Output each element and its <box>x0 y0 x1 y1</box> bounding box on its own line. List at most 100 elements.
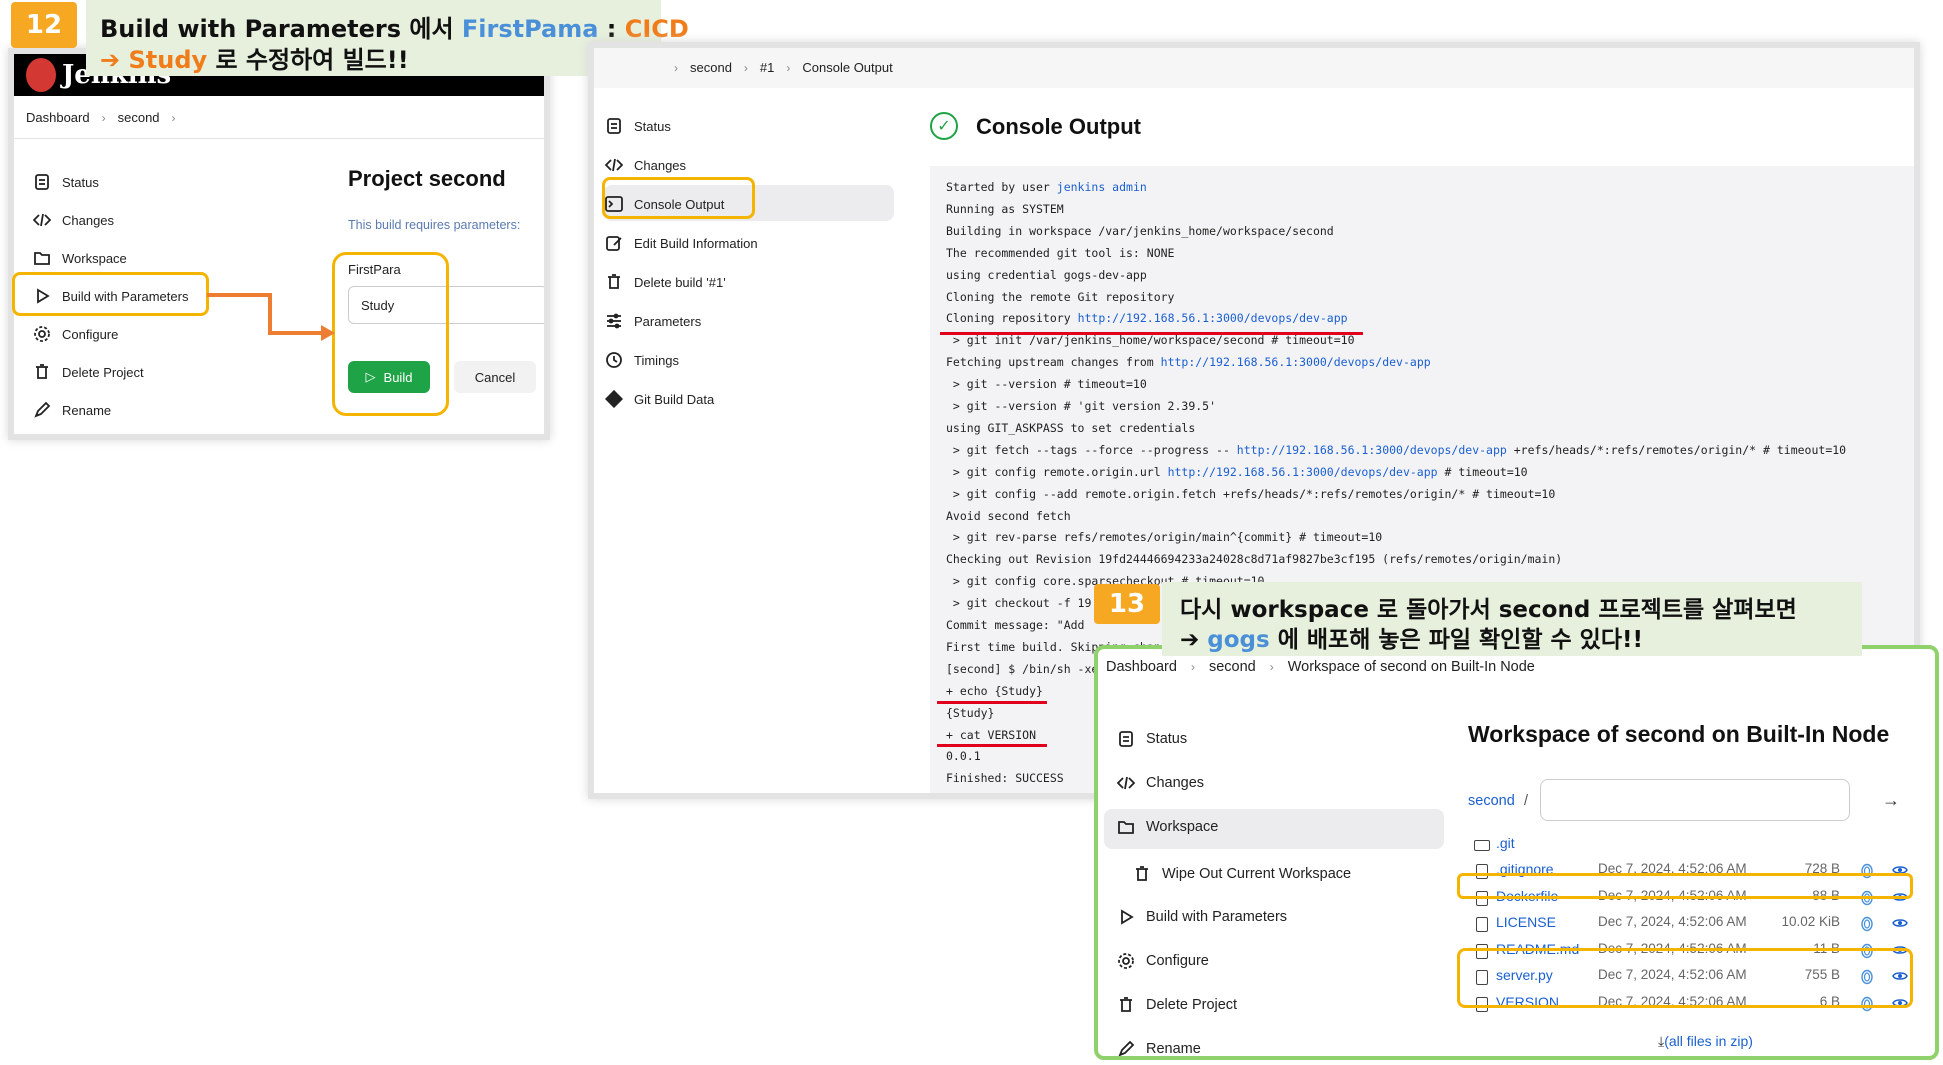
callout-text: 로 수정하여 빌드!! <box>207 46 409 74</box>
path-link-second[interactable]: second <box>1468 793 1515 809</box>
callout-highlight-value: CICD <box>624 15 689 43</box>
sidebar-item-changes[interactable]: Changes <box>32 210 114 230</box>
console-link[interactable]: http://192.168.56.1:3000/devops/dev-app <box>1078 311 1348 325</box>
path-input[interactable] <box>1540 779 1850 821</box>
sidebar-item-rename[interactable]: Rename <box>1116 1039 1201 1057</box>
callout-highlight-param: FirstPama <box>461 15 599 43</box>
clock-icon <box>604 350 624 370</box>
sidebar-item-edit-build-information[interactable]: Edit Build Information <box>604 233 758 253</box>
console-text: The recommended git tool is: NONE <box>946 245 1175 260</box>
console-link[interactable]: http://192.168.56.1:3000/devops/dev-app <box>1237 443 1507 457</box>
breadcrumb-chevron-icon: › <box>171 110 176 125</box>
console-link[interactable]: jenkins admin <box>1057 180 1147 194</box>
file-row[interactable]: LICENSE Dec 7, 2024, 4:52:06 AM 10.02 KiB <box>1468 914 1935 936</box>
sidebar-item-status[interactable]: Status <box>32 172 99 192</box>
breadcrumb-second[interactable]: second <box>118 110 160 125</box>
breadcrumb-second[interactable]: second <box>690 60 732 75</box>
breadcrumb-chevron-icon: › <box>1190 660 1195 674</box>
breadcrumb-second[interactable]: second <box>1209 659 1256 675</box>
play-icon <box>1116 907 1136 927</box>
breadcrumb-workspace[interactable]: Workspace of second on Built-In Node <box>1288 659 1535 675</box>
breadcrumb: Dashboard › second › <box>26 110 176 125</box>
breadcrumb-build-1[interactable]: #1 <box>760 60 774 75</box>
console-text: Commit message: "Add <box>946 618 1092 632</box>
sidebar-item-delete-build[interactable]: Delete build '#1' <box>604 272 726 292</box>
page-title: Project second <box>348 166 506 191</box>
sidebar-item-label: Delete build '#1' <box>634 274 726 290</box>
sidebar-item-label: Edit Build Information <box>634 235 758 251</box>
console-text: > git config remote.origin.url <box>946 464 1168 479</box>
code-icon <box>32 210 52 230</box>
success-check-icon: ✓ <box>930 112 958 140</box>
sidebar-item-status[interactable]: Status <box>604 116 671 136</box>
sidebar-item-label: Delete Project <box>62 364 144 380</box>
fingerprint-icon[interactable] <box>1860 916 1874 932</box>
sidebar-item-workspace[interactable]: Workspace <box>1116 817 1218 837</box>
console-text: Cloning repository <box>946 311 1078 326</box>
console-link[interactable]: http://192.168.56.1:3000/devops/dev-app <box>1168 465 1438 479</box>
breadcrumb-dashboard[interactable]: Dashboard <box>26 110 90 125</box>
sidebar-item-label: Rename <box>1146 1041 1201 1057</box>
callout-line2: ➔ Study 로 수정하여 빌드!! <box>100 40 409 75</box>
sidebar-item-timings[interactable]: Timings <box>604 350 679 370</box>
sidebar-item-label: Changes <box>1146 775 1205 791</box>
sidebar-item-build-with-parameters[interactable]: Build with Parameters <box>1116 907 1287 927</box>
console-line: > git fetch --tags --force --progress --… <box>946 443 1846 457</box>
sidebar-item-label: Wipe Out Current Workspace <box>1162 866 1352 882</box>
underline-cat-version <box>937 744 1047 747</box>
build-params-panel: Jenkins Dashboard › second › Status Chan… <box>14 54 544 434</box>
sidebar-item-configure[interactable]: Configure <box>1116 951 1209 971</box>
console-text: Finished: SUCCESS <box>946 771 1064 786</box>
file-size: 10.02 KiB <box>1781 914 1840 929</box>
sidebar-item-delete-project[interactable]: Delete Project <box>32 362 144 382</box>
step-badge-13: 13 <box>1094 584 1160 624</box>
sidebar-item-delete-project[interactable]: Delete Project <box>1116 995 1237 1015</box>
sidebar-item-changes[interactable]: Changes <box>604 155 686 175</box>
sidebar-item-label: Rename <box>62 402 112 418</box>
sidebar-item-label: Timings <box>634 352 680 368</box>
arrow-connector <box>207 293 335 341</box>
file-name[interactable]: LICENSE <box>1496 914 1556 930</box>
sidebar-item-parameters[interactable]: Parameters <box>604 311 701 331</box>
trash-icon <box>1132 864 1152 884</box>
page-subtitle: This build requires parameters: <box>348 218 521 232</box>
console-line: using credential gogs-dev-app <box>946 268 1147 282</box>
breadcrumb-chevron-icon: › <box>786 60 791 75</box>
download-zip-link[interactable]: ⤓(all files in zip) <box>1658 1033 1753 1050</box>
console-text: using credential gogs-dev-app <box>946 267 1147 282</box>
breadcrumb-chevron-icon: › <box>674 60 678 75</box>
sidebar-item-wipe-out-workspace[interactable]: Wipe Out Current Workspace <box>1132 864 1351 884</box>
sidebar-item-changes[interactable]: Changes <box>1116 773 1204 793</box>
sidebar-item-configure[interactable]: Configure <box>32 324 118 344</box>
folder-name[interactable]: .git <box>1496 835 1515 851</box>
cancel-button[interactable]: Cancel <box>454 361 536 393</box>
sidebar-item-label: Changes <box>634 157 687 173</box>
sidebar-item-rename[interactable]: Rename <box>32 400 111 420</box>
highlight-dockerfile <box>1457 873 1913 899</box>
trash-icon <box>1116 995 1136 1015</box>
console-line: + cat VERSION <box>946 728 1036 742</box>
sidebar-item-workspace[interactable]: Workspace <box>32 248 127 268</box>
highlight-build-with-parameters <box>12 272 209 316</box>
sidebar-item-label: Workspace <box>1146 819 1219 835</box>
sidebar-item-status[interactable]: Status <box>1116 729 1187 749</box>
breadcrumb-dashboard[interactable]: Dashboard <box>1106 659 1177 675</box>
folder-row[interactable]: .git <box>1468 835 1935 857</box>
console-text: Running as SYSTEM <box>946 201 1064 216</box>
console-link[interactable]: http://192.168.56.1:3000/devops/dev-app <box>1161 355 1431 369</box>
console-text: > git rev-parse refs/remotes/origin/main… <box>946 530 1383 545</box>
console-text: > git checkout -f 19 <box>946 596 1092 611</box>
folder-icon <box>1474 840 1490 851</box>
page-title: Workspace of second on Built-In Node <box>1468 721 1890 747</box>
eye-icon[interactable] <box>1892 917 1908 929</box>
breadcrumb-console-output[interactable]: Console Output <box>802 60 892 75</box>
sidebar-item-label: Status <box>1146 731 1188 747</box>
sidebar-item-git-build-data[interactable]: Git Build Data <box>604 389 714 409</box>
download-zip-label: (all files in zip) <box>1664 1033 1753 1049</box>
cancel-button-label: Cancel <box>474 369 516 385</box>
console-text: > git --version # 'git version 2.39.5' <box>946 399 1217 413</box>
go-arrow-icon[interactable]: → <box>1876 785 1906 815</box>
console-line: > git init /var/jenkins_home/workspace/s… <box>946 333 1355 347</box>
console-text: Cloning the remote Git repository <box>946 289 1175 304</box>
file-date: Dec 7, 2024, 4:52:06 AM <box>1598 914 1747 929</box>
